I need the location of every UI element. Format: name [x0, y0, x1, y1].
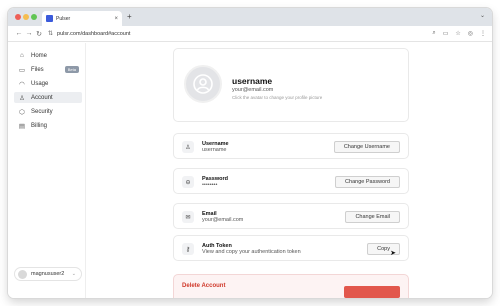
change-password-button[interactable]: Change Password — [335, 176, 400, 188]
browser-toolbar: ← → ↻ ⇅ pulsr.com/dashboard#account ⌕ ▭ … — [8, 26, 492, 42]
sidebar-item-label: Files — [31, 66, 44, 73]
email-card: ✉ Email your@email.com Change Email — [173, 203, 409, 229]
main-content: username your@email.com Click the avatar… — [87, 43, 492, 298]
delete-account-title: Delete Account — [182, 283, 226, 289]
sidebar-item-billing[interactable]: ▤ Billing — [14, 120, 82, 131]
user-menu[interactable]: magnususer2 ⌄ — [14, 267, 82, 281]
sidebar-item-security[interactable]: ⬡ Security — [14, 106, 82, 117]
user-name: magnususer2 — [31, 271, 65, 277]
password-value: •••••••• — [202, 182, 218, 188]
danger-zone-card: Delete Account — [173, 274, 409, 298]
user-icon: ♙ — [19, 94, 25, 102]
sidebar-item-files[interactable]: ▭ Files Beta — [14, 64, 82, 75]
password-card: ⊖ Password •••••••• Change Password — [173, 168, 409, 194]
reload-icon[interactable]: ↻ — [34, 30, 44, 38]
site-info-icon[interactable]: ⇅ — [48, 30, 53, 37]
user-icon: ♙ — [182, 141, 194, 153]
address-bar[interactable]: ⇅ pulsr.com/dashboard#account — [48, 30, 131, 38]
delete-account-button[interactable] — [344, 286, 400, 298]
mouse-cursor-icon: ➤ — [390, 250, 396, 257]
browser-window: Pulser × + ⌄ ← → ↻ ⇅ pulsr.com/dashboard… — [8, 8, 492, 298]
cast-icon[interactable]: ▭ — [443, 30, 449, 37]
profile-hint: Click the avatar to change your profile … — [232, 95, 323, 100]
zoom-icon[interactable]: ⌕ — [432, 30, 435, 37]
bookmark-star-icon[interactable]: ☆ — [455, 30, 460, 37]
username-value: username — [202, 147, 227, 153]
auth-token-description: View and copy your authentication token — [202, 249, 301, 255]
home-icon: ⌂ — [20, 52, 24, 59]
app: ⌂ Home ▭ Files Beta ◠ Usage ♙ Account ⬡ … — [8, 43, 492, 298]
profile-card: username your@email.com Click the avatar… — [173, 48, 409, 122]
sidebar-item-label: Account — [31, 94, 53, 101]
sidebar-item-usage[interactable]: ◠ Usage — [14, 78, 82, 89]
card-icon: ▤ — [18, 122, 26, 130]
back-icon[interactable]: ← — [14, 30, 24, 37]
profile-name: username — [232, 76, 273, 86]
user-avatar-icon — [193, 74, 213, 94]
avatar — [18, 269, 27, 279]
sidebar-item-account[interactable]: ♙ Account — [14, 92, 82, 103]
sidebar-item-label: Security — [31, 108, 53, 115]
sidebar-item-label: Home — [31, 52, 48, 59]
auth-token-card: ⚷ Auth Token View and copy your authenti… — [173, 235, 409, 261]
minimize-window-button[interactable] — [23, 14, 29, 20]
profile-avatar[interactable] — [184, 65, 222, 103]
key-icon: ⚷ — [182, 243, 194, 255]
tab-strip: Pulser × + ⌄ — [8, 8, 492, 26]
lock-icon: ⊖ — [182, 176, 194, 188]
sidebar-item-label: Billing — [31, 122, 48, 129]
menu-kebab-icon[interactable]: ⋮ — [480, 30, 486, 37]
tab-search-chevron-icon[interactable]: ⌄ — [480, 12, 485, 19]
change-email-button[interactable]: Change Email — [345, 211, 400, 223]
sidebar: ⌂ Home ▭ Files Beta ◠ Usage ♙ Account ⬡ … — [8, 43, 86, 298]
shield-icon: ⬡ — [19, 108, 25, 116]
profile-email: your@email.com — [232, 87, 274, 93]
mail-icon: ✉ — [182, 211, 194, 223]
tab-close-icon[interactable]: × — [114, 16, 118, 22]
close-window-button[interactable] — [15, 14, 21, 20]
tab-title: Pulser — [56, 15, 71, 22]
gauge-icon: ◠ — [19, 80, 25, 88]
url-text: pulsr.com/dashboard#account — [57, 30, 131, 37]
browser-tab[interactable]: Pulser × — [42, 11, 122, 26]
folder-icon: ▭ — [18, 66, 26, 74]
username-card: ♙ Username username Change Username — [173, 133, 409, 159]
new-tab-button[interactable]: + — [127, 12, 132, 21]
maximize-window-button[interactable] — [31, 14, 37, 20]
change-username-button[interactable]: Change Username — [333, 141, 400, 153]
forward-icon[interactable]: → — [24, 30, 34, 37]
profile-icon[interactable]: ◎ — [468, 30, 473, 37]
favicon-icon — [46, 15, 53, 22]
sidebar-item-label: Usage — [31, 80, 49, 87]
chevron-down-icon: ⌄ — [71, 271, 76, 277]
email-value: your@email.com — [202, 217, 244, 223]
beta-badge: Beta — [64, 66, 79, 73]
sidebar-item-home[interactable]: ⌂ Home — [14, 50, 82, 61]
